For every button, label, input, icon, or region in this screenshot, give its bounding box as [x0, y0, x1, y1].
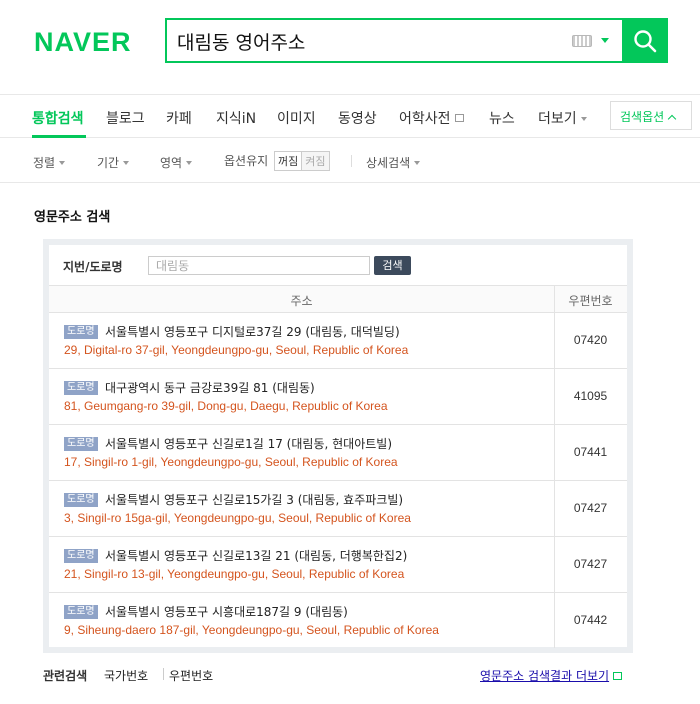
related-link-zip-code[interactable]: 우편번호 — [169, 667, 213, 684]
naver-logo[interactable]: NAVER — [34, 27, 132, 58]
filter-advanced-label: 상세검색 — [366, 156, 411, 170]
tab-integrated[interactable]: 통합검색 — [32, 108, 84, 128]
road-name-badge: 도로명 — [64, 605, 98, 619]
search-options-button[interactable]: 검색옵션 — [610, 101, 692, 130]
external-link-icon — [613, 672, 623, 680]
road-name-badge: 도로명 — [64, 549, 98, 563]
nav-tabs: 통합검색 블로그 카페 지식iN 이미지 동영상 어학사전 뉴스 더보기 검색옵… — [0, 94, 700, 138]
tab-more-label: 더보기 — [538, 111, 577, 127]
address-english: 3, Singil-ro 15ga-gil, Yeongdeungpo-gu, … — [64, 511, 411, 525]
address-korean: 서울특별시 영등포구 신길로1길 17 (대림동, 현대아트빌) — [105, 437, 392, 451]
zip-code: 07427 — [573, 557, 608, 571]
tab-video[interactable]: 동영상 — [338, 108, 377, 128]
tab-cafe[interactable]: 카페 — [166, 108, 192, 128]
address-english: 9, Siheung-daero 187-gil, Yeongdeungpo-g… — [64, 623, 439, 637]
filter-sort-label: 정렬 — [33, 156, 56, 170]
address-search-button[interactable]: 검색 — [374, 256, 411, 275]
filter-area[interactable]: 영역 — [160, 154, 193, 171]
divider — [163, 668, 164, 680]
road-name-badge: 도로명 — [64, 325, 98, 339]
zip-code: 07442 — [573, 613, 608, 627]
table-header: 주소 우편번호 — [49, 285, 627, 313]
address-english: 17, Singil-ro 1-gil, Yeongdeungpo-gu, Se… — [64, 455, 398, 469]
tab-more[interactable]: 더보기 — [538, 108, 587, 128]
filter-advanced[interactable]: 상세검색 — [366, 154, 421, 171]
more-results-label: 영문주소 검색결과 더보기 — [480, 669, 610, 683]
table-row: 도로명 서울특별시 영등포구 디지털로37길 29 (대림동, 대덕빌딩) 29… — [49, 313, 627, 369]
zip-code: 07427 — [573, 501, 608, 515]
tab-news[interactable]: 뉴스 — [489, 108, 515, 128]
table-row: 도로명 서울특별시 영등포구 신길로1길 17 (대림동, 현대아트빌) 17,… — [49, 425, 627, 481]
col-address: 주소 — [290, 294, 313, 308]
section-title: 영문주소 검색 — [34, 210, 111, 225]
address-english: 81, Geumgang-ro 39-gil, Dong-gu, Daegu, … — [64, 399, 388, 413]
chevron-down-icon — [414, 161, 421, 165]
search-icon — [634, 30, 657, 53]
address-english: 21, Singil-ro 13-gil, Yeongdeungpo-gu, S… — [64, 567, 405, 581]
zip-code: 41095 — [573, 389, 608, 403]
toggle-off[interactable]: 꺼짐 — [274, 151, 303, 171]
address-korean: 서울특별시 영등포구 디지털로37길 29 (대림동, 대덕빌딩) — [105, 325, 400, 339]
address-korean: 서울특별시 영등포구 시흥대로187길 9 (대림동) — [105, 605, 348, 619]
keyboard-icon[interactable] — [572, 35, 592, 47]
tab-image[interactable]: 이미지 — [277, 108, 316, 128]
address-search-panel: 지번/도로명 검색 주소 우편번호 도로명 서울특별시 영등포구 디지털로37길… — [43, 239, 633, 653]
chevron-down-icon[interactable] — [601, 38, 609, 43]
tab-blog[interactable]: 블로그 — [106, 108, 145, 128]
search-input[interactable] — [177, 28, 557, 54]
table-row: 도로명 서울특별시 영등포구 신길로15가길 3 (대림동, 효주파크빌) 3,… — [49, 481, 627, 537]
table-row: 도로명 서울특별시 영등포구 신길로13길 21 (대림동, 더행복한집2) 2… — [49, 537, 627, 593]
address-search-input[interactable] — [148, 256, 370, 275]
road-name-badge: 도로명 — [64, 437, 98, 451]
road-name-badge: 도로명 — [64, 381, 98, 395]
header: NAVER — [0, 0, 700, 94]
chevron-down-icon — [186, 161, 193, 165]
related-search-label: 관련검색 — [43, 669, 88, 683]
toggle-on[interactable]: 켜짐 — [302, 151, 330, 171]
search-label: 지번/도로명 — [63, 260, 123, 274]
chevron-down-icon — [580, 117, 587, 121]
chevron-down-icon — [59, 161, 66, 165]
address-english: 29, Digital-ro 37-gil, Yeongdeungpo-gu, … — [64, 343, 409, 357]
filter-bar: 정렬 기간 영역 옵션유지 꺼짐 켜짐 상세검색 — [0, 138, 700, 183]
table-row: 도로명 서울특별시 영등포구 시흥대로187길 9 (대림동) 9, Siheu… — [49, 593, 627, 649]
col-zip: 우편번호 — [568, 294, 613, 308]
filter-period[interactable]: 기간 — [97, 154, 130, 171]
search-box — [165, 18, 668, 63]
address-korean: 대구광역시 동구 금강로39길 81 (대림동) — [105, 381, 315, 395]
chevron-down-icon — [123, 161, 130, 165]
divider — [351, 155, 352, 167]
filter-period-label: 기간 — [97, 156, 120, 170]
external-link-icon — [454, 114, 464, 122]
address-korean: 서울특별시 영등포구 신길로15가길 3 (대림동, 효주파크빌) — [105, 493, 404, 507]
chevron-up-icon — [667, 114, 677, 124]
search-options-label: 검색옵션 — [620, 110, 665, 124]
road-name-badge: 도로명 — [64, 493, 98, 507]
search-button[interactable] — [622, 18, 668, 63]
zip-code: 07420 — [573, 333, 608, 347]
filter-area-label: 영역 — [160, 156, 183, 170]
tab-kin[interactable]: 지식iN — [216, 108, 256, 128]
zip-code: 07441 — [573, 445, 608, 459]
keep-options-label: 옵션유지 — [224, 154, 269, 168]
table-row: 도로명 대구광역시 동구 금강로39길 81 (대림동) 81, Geumgan… — [49, 369, 627, 425]
related-link-country-code[interactable]: 국가번호 — [104, 667, 148, 684]
address-korean: 서울특별시 영등포구 신길로13길 21 (대림동, 더행복한집2) — [105, 549, 408, 563]
filter-keep-options: 옵션유지 꺼짐 켜짐 — [224, 151, 330, 171]
filter-sort[interactable]: 정렬 — [33, 154, 66, 171]
tab-dictionary[interactable]: 어학사전 — [399, 108, 464, 128]
tab-dictionary-label: 어학사전 — [399, 111, 451, 127]
more-results-link[interactable]: 영문주소 검색결과 더보기 — [480, 667, 623, 684]
